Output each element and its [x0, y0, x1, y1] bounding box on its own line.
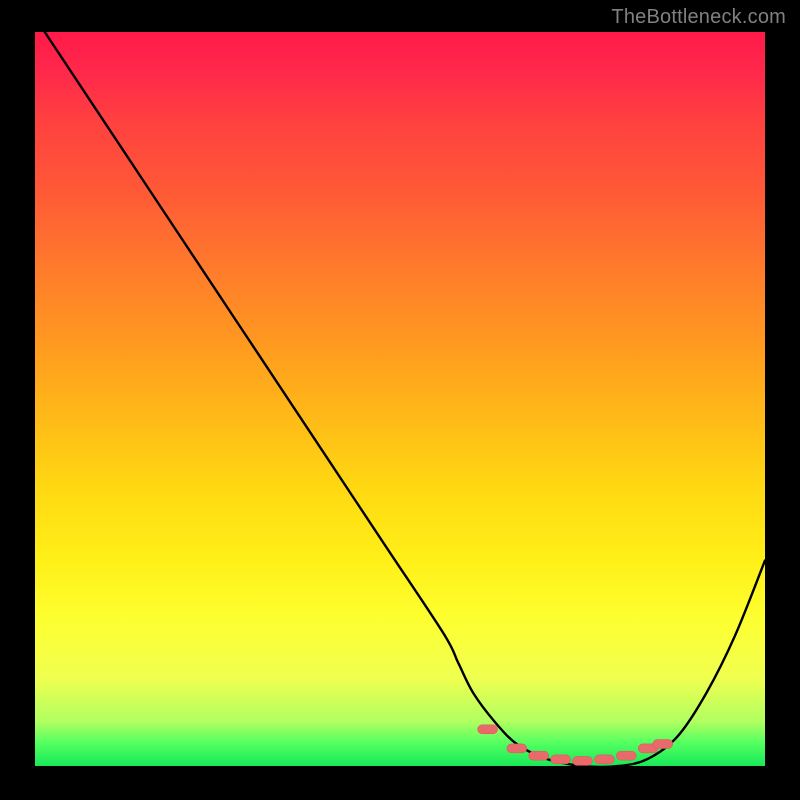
valley-marker: [478, 725, 498, 734]
valley-marker: [551, 755, 571, 764]
valley-markers: [478, 725, 673, 766]
valley-marker: [573, 756, 593, 765]
watermark-text: TheBottleneck.com: [611, 6, 786, 29]
valley-marker: [653, 740, 673, 749]
valley-marker: [529, 751, 549, 760]
valley-marker: [616, 751, 636, 760]
valley-marker: [507, 744, 527, 753]
chart-plot-area: [35, 32, 765, 766]
valley-marker: [594, 755, 614, 764]
bottleneck-curve-line: [35, 32, 765, 766]
chart-svg: [35, 32, 765, 766]
